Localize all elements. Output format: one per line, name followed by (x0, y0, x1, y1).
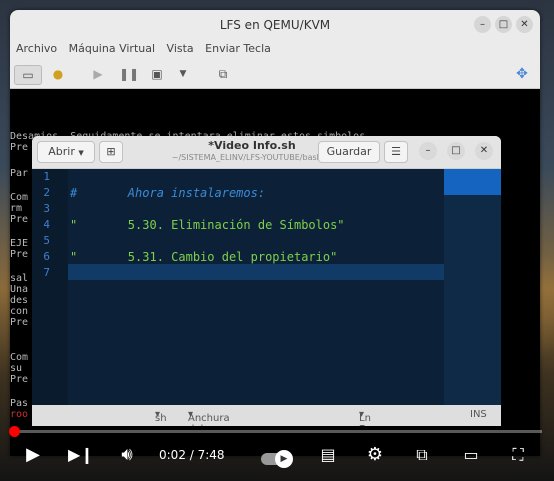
gedit-window: Abrir ▼ ⊞ *Video Info.sh ~/SISTEMA_ELINV… (32, 136, 501, 426)
miniplayer-icon[interactable]: ⧉ (410, 443, 434, 467)
current-line-highlight (68, 264, 444, 280)
line-number: 1 (43, 170, 50, 183)
terminal-line: rm (10, 203, 23, 214)
minimize-icon[interactable]: – (474, 16, 491, 33)
terminal-line: Com (10, 352, 29, 363)
terminal-line: Com (10, 192, 29, 203)
terminal-line: Una (10, 284, 29, 295)
minimap[interactable] (444, 169, 501, 405)
open-button[interactable]: Abrir ▼ (37, 141, 95, 163)
terminal-line: Pre (10, 374, 29, 385)
open-button-label: Abrir (48, 145, 75, 158)
terminal-line: Pre (10, 317, 29, 328)
settings-gear-icon[interactable]: ⚙ (364, 443, 386, 467)
play-icon[interactable]: ▶ (22, 443, 44, 467)
menu-vista[interactable]: Vista (167, 40, 194, 58)
snapshot-icon[interactable]: ⧉ (215, 65, 231, 83)
lightbulb-icon[interactable]: ● (50, 65, 66, 83)
terminal-line: Pre (10, 142, 29, 153)
hamburger-menu-icon[interactable]: ☰ (384, 141, 408, 163)
code-line: # Ahora instalaremos: (70, 186, 266, 200)
terminal-line: EJE (10, 238, 29, 249)
close-icon[interactable]: ✕ (475, 142, 493, 160)
line-number: 5 (43, 234, 50, 247)
terminal-line: Par (10, 168, 29, 179)
volume-icon[interactable]: 🔊︎ (115, 443, 139, 467)
play-icon[interactable]: ▶ (90, 65, 106, 83)
line-number: 3 (43, 202, 50, 215)
code-line: " 5.31. Cambio del propietario" (70, 250, 338, 264)
line-number: 4 (43, 218, 50, 231)
chevron-down-icon: ▼ (78, 149, 84, 157)
qemu-titlebar: LFS en QEMU/KVM – □ ✕ (10, 10, 540, 40)
terminal-line: des (10, 295, 29, 306)
code-line: " 5.30. Eliminación de Símbolos" (70, 218, 345, 232)
line-number-gutter: 1 2 3 4 5 6 7 (32, 169, 68, 405)
terminal-line: Pre (10, 249, 29, 260)
theater-mode-icon[interactable]: ▭ (458, 443, 484, 467)
time-display: 0:02 / 7:48 (159, 448, 225, 462)
progress-scrubber[interactable] (9, 426, 21, 437)
chevron-down-icon[interactable]: ▼ (176, 65, 190, 83)
new-tab-icon[interactable]: ⊞ (99, 141, 123, 163)
insert-mode[interactable]: INS (470, 409, 487, 420)
terminal-line: Pre (10, 214, 29, 225)
terminal-line: con (10, 306, 29, 317)
terminal-line: Pas (10, 398, 29, 409)
cursor-position[interactable]: Ln 7, Col 1 ▾ (359, 409, 371, 426)
save-button[interactable]: Guardar (318, 141, 380, 163)
progress-bar[interactable] (9, 426, 542, 437)
terminal-prompt: roo (10, 409, 29, 420)
line-number: 2 (43, 186, 50, 199)
fullscreen-icon[interactable]: ✥ (512, 65, 532, 83)
next-icon[interactable]: ▶❙ (68, 443, 94, 467)
minimap-viewport[interactable] (444, 169, 501, 195)
line-number: 7 (43, 266, 50, 279)
gedit-headerbar: Abrir ▼ ⊞ *Video Info.sh ~/SISTEMA_ELINV… (32, 136, 501, 169)
autoplay-toggle[interactable]: ▶ (258, 443, 294, 468)
language-selector[interactable]: sh ▾ (155, 409, 167, 424)
video-controls: ▶ ▶❙ 🔊︎ 0:02 / 7:48 ▶ ▤ ⚙ ⧉ ▭ ⛶ (0, 420, 554, 481)
menu-enviar-tecla[interactable]: Enviar Tecla (205, 40, 271, 58)
terminal-line: sal (10, 273, 29, 284)
monitor-icon[interactable]: ▭ (14, 65, 42, 85)
menu-maquina-virtual[interactable]: Máquina Virtual (69, 40, 155, 58)
line-number: 6 (43, 250, 50, 263)
pause-icon[interactable]: ❚❚ (119, 65, 139, 83)
maximize-icon[interactable]: □ (495, 16, 512, 33)
menu-archivo[interactable]: Archivo (16, 40, 57, 58)
text-editor[interactable]: 1 2 3 4 5 6 7 # Ahora instalaremos: " 5.… (32, 169, 501, 405)
tab-width-selector[interactable]: Anchura del tabulador: 8 ▾ (188, 409, 230, 426)
minimize-icon[interactable]: – (419, 142, 437, 160)
qemu-menubar: Archivo Máquina Virtual Vista Enviar Tec… (10, 40, 540, 60)
maximize-icon[interactable]: □ (447, 142, 465, 160)
fullscreen-icon[interactable]: ⛶ (507, 443, 529, 467)
terminal-line: su (10, 363, 23, 374)
subtitles-icon[interactable]: ▤ (316, 443, 340, 467)
close-icon[interactable]: ✕ (516, 16, 533, 33)
qemu-toolbar: ▭ ● ▶ ❚❚ ▣ ▼ ⧉ ✥ (10, 60, 540, 89)
qemu-window-title: LFS en QEMU/KVM (219, 18, 331, 32)
power-icon[interactable]: ▣ (149, 65, 165, 83)
